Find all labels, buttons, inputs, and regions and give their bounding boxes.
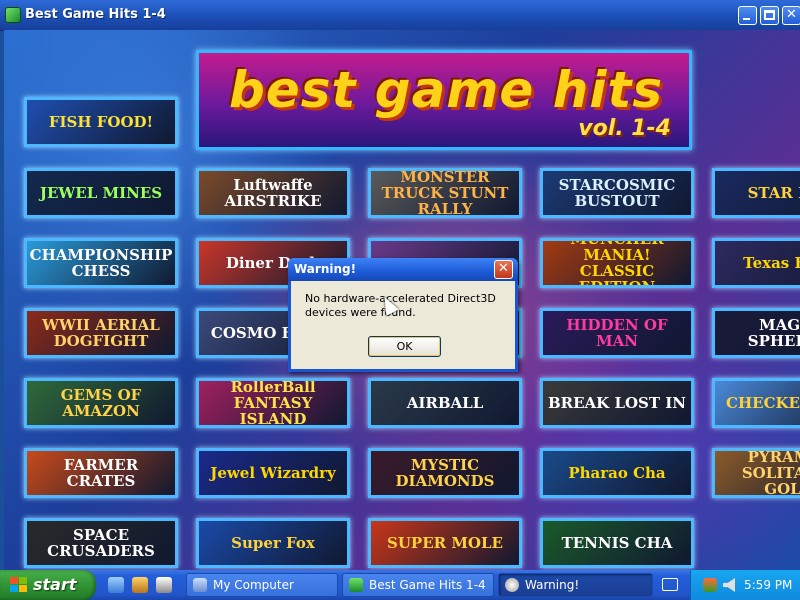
game-tile[interactable]: CHAMPIONSHIP CHESS	[24, 238, 178, 288]
task-best-game-hits[interactable]: Best Game Hits 1-4	[342, 573, 494, 597]
game-title: MUNCHER MANIA! CLASSIC EDITION	[570, 238, 664, 288]
game-tile[interactable]: FISH FOOD!	[24, 97, 178, 147]
close-button[interactable]	[782, 6, 800, 25]
game-tile[interactable]: TENNIS CHA	[540, 518, 694, 568]
game-tile[interactable]: GEMS OF AMAZON	[24, 378, 178, 428]
game-title: CHECKERS 3D	[726, 394, 800, 412]
game-icon[interactable]	[156, 577, 172, 593]
game-tile[interactable]: MAGIC SPHERES	[712, 308, 800, 358]
desktop-icon[interactable]	[108, 577, 124, 593]
game-app-icon	[349, 578, 363, 592]
game-title: Super Fox	[231, 534, 315, 552]
task-my-computer[interactable]: My Computer	[186, 573, 338, 597]
ok-button[interactable]: OK	[368, 336, 441, 357]
game-tile[interactable]: Texas Hold	[712, 238, 800, 288]
keyboard-icon[interactable]	[662, 578, 678, 591]
game-title: FISH FOOD!	[48, 113, 154, 131]
game-tile[interactable]: CHECKERS 3D	[712, 378, 800, 428]
game-title: PYRAMID SOLITAIRE GOLD	[741, 448, 800, 498]
game-tile[interactable]: SPACE CRUSADERS	[24, 518, 178, 568]
dialog-title-bar[interactable]: Warning!	[288, 258, 518, 281]
game-tile[interactable]: Super Fox	[196, 518, 350, 568]
volume-icon[interactable]	[723, 578, 735, 592]
game-tile[interactable]: WWII AERIAL DOGFIGHT	[24, 308, 178, 358]
game-title: STARCOSMIC BUSTOUT	[558, 176, 676, 210]
task-warning[interactable]: Warning!	[498, 573, 653, 597]
game-tile[interactable]: RollerBall FANTASY ISLAND	[196, 378, 350, 428]
game-tile[interactable]: Pharao Cha	[540, 448, 694, 498]
banner-subtitle: vol. 1-4	[578, 116, 671, 141]
taskbar: start My Computer Best Game Hits 1-4 War…	[0, 570, 800, 600]
game-title: Pharao Cha	[568, 464, 666, 482]
game-tile[interactable]: MYSTIC DIAMONDS	[368, 448, 522, 498]
start-button[interactable]: start	[0, 570, 96, 600]
game-title: SUPER MOLE	[387, 534, 503, 552]
game-tile[interactable]: Jewel Wizardry	[196, 448, 350, 498]
app-icon	[5, 7, 21, 23]
game-title: Luftwaffe AIRSTRIKE	[224, 176, 322, 210]
banner-logo: best game hits vol. 1-4	[196, 50, 692, 150]
warning-icon	[505, 578, 519, 592]
game-tile[interactable]: Luftwaffe AIRSTRIKE	[196, 168, 350, 218]
network-icon[interactable]	[703, 578, 717, 592]
game-tile[interactable]: JEWEL MINES	[24, 168, 178, 218]
game-title: AIRBALL	[406, 394, 484, 412]
game-tile[interactable]: AIRBALL	[368, 378, 522, 428]
dialog-title: Warning!	[294, 262, 357, 276]
game-title: BREAK LOST IN	[547, 394, 687, 412]
game-title: CHAMPIONSHIP CHESS	[29, 246, 173, 280]
windows-logo-icon	[10, 577, 28, 593]
game-title: WWII AERIAL DOGFIGHT	[42, 316, 160, 350]
my-computer-icon	[193, 578, 207, 592]
maximize-button[interactable]	[760, 6, 779, 25]
game-title: GEMS OF AMAZON	[60, 386, 142, 420]
game-title: FARMER CRATES	[63, 456, 139, 490]
banner-title: best game hits	[229, 61, 664, 119]
game-tile[interactable]: HIDDEN OF MAN	[540, 308, 694, 358]
window-title: Best Game Hits 1-4	[25, 7, 166, 22]
game-tile[interactable]: MONSTER TRUCK STUNT RALLY	[368, 168, 522, 218]
game-tile[interactable]: MUNCHER MANIA! CLASSIC EDITION	[540, 238, 694, 288]
game-title: JEWEL MINES	[39, 184, 163, 202]
title-bar[interactable]: Best Game Hits 1-4	[0, 0, 800, 31]
game-title: SPACE CRUSADERS	[47, 526, 155, 560]
game-title: Jewel Wizardry	[210, 464, 336, 482]
game-title: MONSTER TRUCK STUNT RALLY	[381, 168, 509, 218]
game-tile[interactable]: SUPER MOLE	[368, 518, 522, 568]
game-title: HIDDEN OF MAN	[566, 316, 668, 350]
task-label: Best Game Hits 1-4	[369, 578, 486, 592]
clock: 5:59 PM	[744, 578, 793, 592]
game-tile[interactable]: STAR INV	[712, 168, 800, 218]
game-tile[interactable]: PYRAMID SOLITAIRE GOLD	[712, 448, 800, 498]
game-title: RollerBall FANTASY ISLAND	[230, 378, 316, 428]
game-title: TENNIS CHA	[561, 534, 673, 552]
game-title: MYSTIC DIAMONDS	[395, 456, 495, 490]
game-title: MAGIC SPHERES	[747, 316, 800, 350]
game-tile[interactable]: FARMER CRATES	[24, 448, 178, 498]
task-label: My Computer	[213, 578, 294, 592]
game-tile[interactable]: STARCOSMIC BUSTOUT	[540, 168, 694, 218]
media-icon[interactable]	[132, 577, 148, 593]
dialog-close-button[interactable]	[494, 260, 513, 279]
game-title: Texas Hold	[743, 254, 800, 272]
dialog-message: No hardware-accelerated Direct3D devices…	[305, 292, 496, 319]
game-title: STAR INV	[747, 184, 800, 202]
start-label: start	[33, 575, 77, 594]
game-tile[interactable]: BREAK LOST IN	[540, 378, 694, 428]
task-label: Warning!	[525, 578, 580, 592]
warning-dialog: Warning! No hardware-accelerated Direct3…	[288, 258, 518, 372]
minimize-button[interactable]	[738, 6, 757, 25]
